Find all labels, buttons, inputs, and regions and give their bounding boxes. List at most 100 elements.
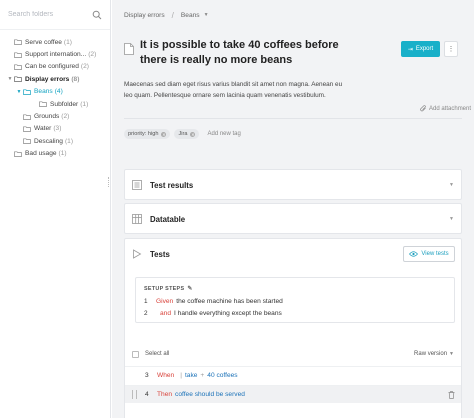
folder-count: (1) (58, 150, 67, 158)
more-icon: ⋮ (447, 46, 455, 53)
setup-step[interactable]: 1 Given the coffee machine has been star… (144, 298, 283, 305)
step-keyword: and (160, 310, 172, 317)
scenario-step[interactable]: 3 When | take + 40 coffees (125, 366, 461, 384)
folder-count: (8) (71, 75, 80, 83)
folder-label: Bad usage (25, 150, 57, 158)
folder-descaling[interactable]: Descaling (1) (0, 135, 110, 147)
setup-steps-label: SETUP STEPS (144, 285, 185, 292)
step-number: 1 (144, 298, 148, 305)
folder-count: (2) (61, 113, 70, 121)
breadcrumb-separator: / (171, 10, 174, 20)
setup-steps-box: SETUP STEPS ✎ 1 Given the coffee machine… (135, 277, 455, 323)
folder-count: (2) (80, 63, 89, 71)
folder-open-icon (23, 89, 31, 95)
chevron-down-icon[interactable]: ▼ (449, 216, 454, 222)
folder-grounds[interactable]: Grounds (2) (0, 110, 110, 122)
step-text: the coffee machine has been started (176, 298, 283, 305)
folder-count: (1) (80, 100, 89, 108)
edit-icon[interactable]: ✎ (187, 285, 192, 292)
step-keyword: Then (157, 391, 173, 398)
folder-subfolder[interactable]: Subfolder (1) (0, 98, 110, 110)
sidebar-resize-handle[interactable] (108, 177, 110, 187)
setup-step[interactable]: 2 and I handle everything except the bea… (144, 310, 282, 317)
folder-count: (1) (63, 38, 72, 46)
step-text: coffee should be served (175, 391, 245, 398)
folder-beans[interactable]: ▼ Beans (4) (0, 86, 110, 98)
step-text: I handle everything except the beans (174, 310, 282, 317)
folder-serve-coffee[interactable]: Serve coffee (1) (0, 36, 110, 48)
export-button[interactable]: ⇥ Export (401, 41, 440, 57)
close-icon[interactable]: ✕ (190, 131, 196, 137)
folder-label: Beans (34, 88, 53, 96)
breadcrumb-current[interactable]: Beans (181, 12, 200, 19)
folder-icon (14, 39, 22, 46)
breadcrumb: Display errors / Beans ▼ (112, 0, 474, 30)
close-icon[interactable]: ✕ (161, 131, 167, 137)
step-separator: + (200, 372, 205, 379)
folder-icon (39, 101, 47, 107)
divider (124, 118, 462, 119)
datatable-panel[interactable]: Datatable ▼ (124, 203, 462, 234)
folder-search-input[interactable] (8, 11, 88, 18)
export-icon: ⇥ (407, 46, 413, 53)
step-text: take (184, 372, 198, 379)
folder-display-errors[interactable]: ▼ Display errors (8) (0, 73, 110, 85)
select-all-label: Select all (145, 351, 170, 357)
folder-icon (14, 52, 22, 58)
folder-label: Serve coffee (25, 38, 62, 46)
folder-icon (14, 151, 22, 157)
tag-label: Jira (178, 131, 188, 137)
drag-handle-icon[interactable] (132, 390, 137, 399)
tag-label: priority: high (128, 131, 159, 137)
step-number: 3 (145, 372, 149, 379)
step-separator: | (180, 372, 182, 379)
view-tests-label: View tests (421, 251, 449, 257)
test-detail: It is possible to take 40 coffees before… (124, 38, 474, 418)
folder-label: Subfolder (50, 100, 79, 108)
search-icon[interactable] (92, 10, 102, 20)
chevron-down-icon[interactable]: ▼ (6, 76, 14, 82)
raw-version-toggle[interactable]: Raw version ▼ (414, 351, 454, 357)
folder-label: Display errors (25, 75, 70, 83)
panel-title: Tests (150, 249, 170, 259)
folder-icon (14, 64, 22, 70)
tag-chip[interactable]: priority: high ✕ (124, 129, 171, 139)
play-icon (133, 249, 142, 259)
results-icon (132, 180, 142, 190)
step-keyword: Given (156, 298, 174, 305)
view-tests-button[interactable]: View tests (403, 246, 455, 262)
panel-title: Datatable (150, 214, 186, 224)
tag-chip[interactable]: Jira ✕ (174, 129, 200, 139)
folder-water[interactable]: Water (3) (0, 123, 110, 135)
folder-sidebar: Serve coffee (1) Support internation... … (0, 0, 111, 418)
tag-list: priority: high ✕ Jira ✕ Add new tag (124, 129, 241, 139)
folder-search (0, 0, 110, 30)
select-all-row: Select all Raw version ▼ (125, 346, 461, 362)
select-all-checkbox[interactable] (132, 350, 139, 358)
panel-header: Datatable ▼ (125, 204, 461, 234)
folder-can-be-configured[interactable]: Can be configured (2) (0, 61, 110, 73)
tests-panel: Tests View tests SETUP STEPS ✎ 1 Given t… (124, 238, 462, 418)
raw-version-label: Raw version (414, 351, 448, 357)
test-title[interactable]: It is possible to take 40 coffees before… (140, 38, 345, 68)
chevron-down-icon[interactable]: ▼ (15, 89, 23, 95)
main-panel: Display errors / Beans ▼ It is possible … (112, 0, 474, 418)
add-tag-input[interactable]: Add new tag (207, 131, 240, 137)
scenario-step[interactable]: 4 Then coffee should be served (125, 385, 461, 403)
panel-header: Test results ▼ (125, 170, 461, 200)
chevron-down-icon[interactable]: ▼ (449, 182, 454, 188)
folder-icon (23, 113, 31, 120)
folder-bad-usage[interactable]: Bad usage (1) (0, 148, 110, 160)
more-options-button[interactable]: ⋮ (444, 41, 458, 57)
add-attachment-label: Add attachment (429, 105, 472, 112)
breadcrumb-root[interactable]: Display errors (124, 12, 165, 19)
folder-icon (23, 138, 31, 145)
test-description[interactable]: Maecenas sed diam eget risus varius blan… (124, 80, 344, 101)
table-icon (132, 214, 142, 224)
folder-icon (23, 126, 31, 132)
chevron-down-icon[interactable]: ▼ (204, 12, 209, 18)
add-attachment-link[interactable]: Add attachment (420, 105, 471, 112)
trash-icon[interactable] (448, 391, 455, 399)
test-results-panel[interactable]: Test results ▼ (124, 169, 462, 200)
folder-support-internationalization[interactable]: Support internation... (2) (0, 48, 110, 60)
